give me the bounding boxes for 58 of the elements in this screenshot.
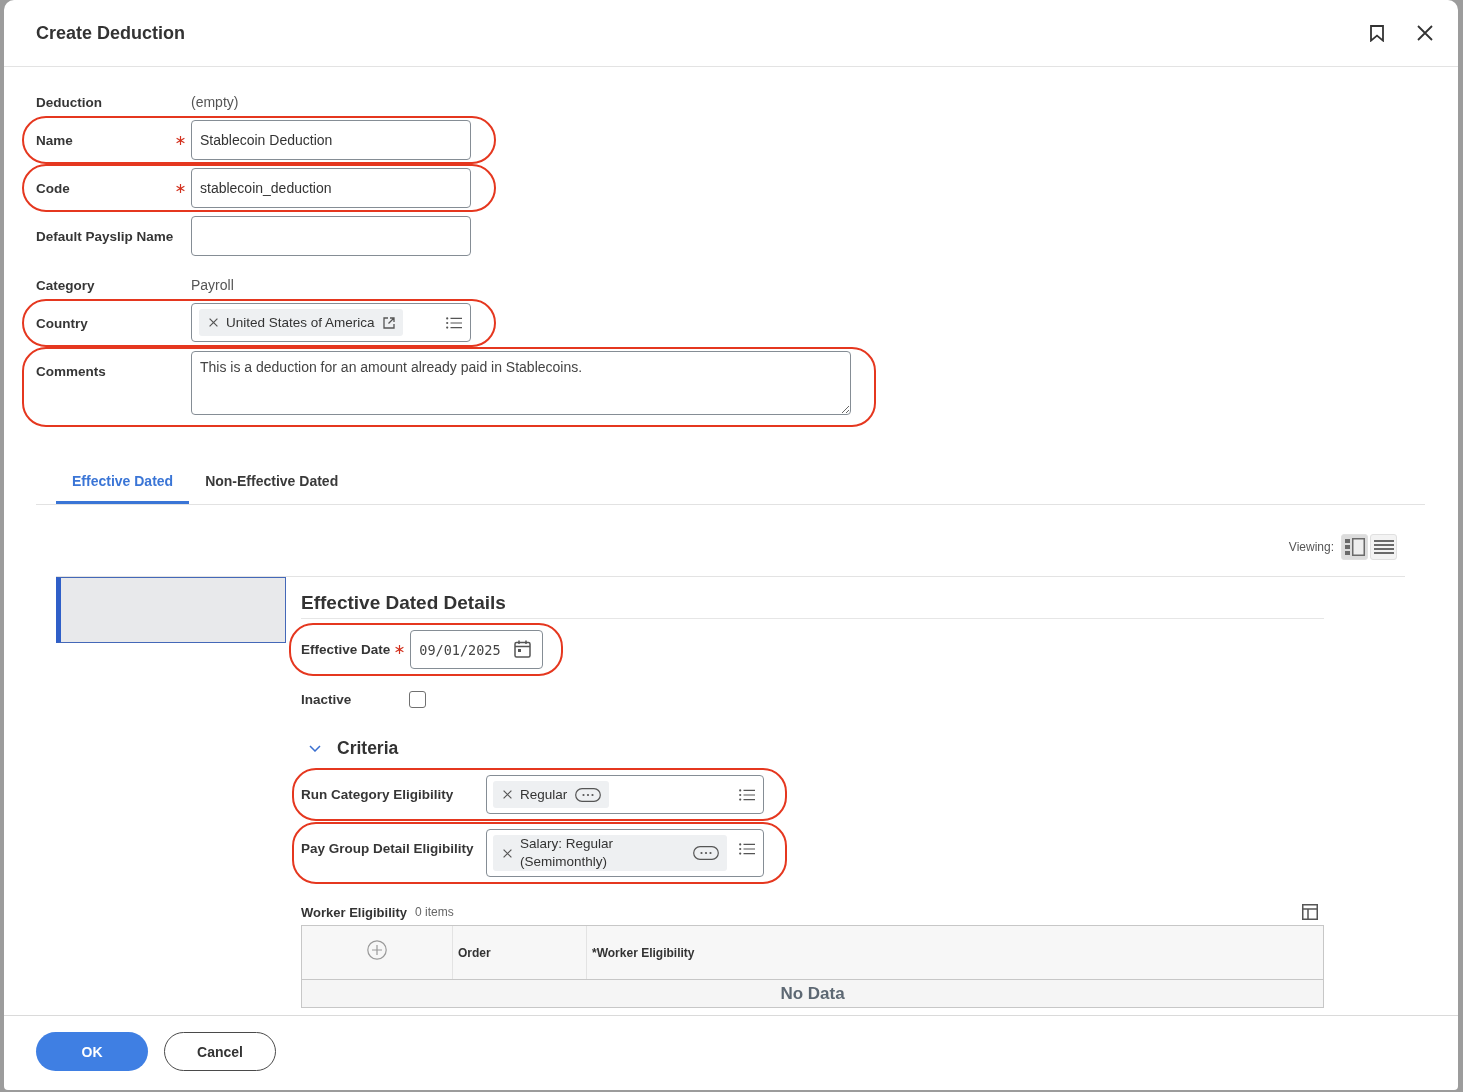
text-input[interactable]: stablecoin_deduction [191,168,471,208]
field-label: Effective Date [301,642,391,657]
external-link-icon[interactable] [382,316,395,329]
add-icon[interactable] [367,940,387,960]
remove-icon[interactable] [209,318,218,327]
chevron-down-icon[interactable] [309,744,321,752]
more-icon[interactable] [575,787,602,802]
list-view-button[interactable] [1370,534,1397,560]
field-label: Name [36,132,73,148]
field-label: Country [36,315,88,331]
column-header: *Worker Eligibility [592,945,695,960]
bookmark-icon[interactable] [1370,24,1384,42]
period-item[interactable] [56,577,286,643]
field-label: Inactive [301,692,352,707]
item-count: 0 items [414,905,454,919]
list-view-icon [1373,539,1394,555]
text-input[interactable] [191,216,471,256]
field-label: Category [36,277,95,293]
dialog-title: Create Deduction [36,22,186,44]
tag-label: Salary: Regular (Semimonthly) [520,835,615,871]
remove-icon[interactable] [503,790,512,799]
column-header: Order [458,945,491,960]
field-label: Default Payslip Name [36,228,174,244]
checkbox[interactable] [409,691,426,708]
multiselect-field[interactable]: Regular [486,775,764,814]
field-label: Comments [36,363,106,379]
close-icon[interactable] [1417,25,1433,41]
field-label: Code [36,180,70,196]
viewing-label: Viewing: [1288,540,1334,554]
field-value: Payroll [191,276,234,295]
primary-button[interactable]: OK [36,1032,148,1071]
grid-title: Worker Eligibility [301,904,407,920]
more-icon[interactable] [693,846,719,860]
multiselect-field[interactable]: United States of America [191,303,471,342]
section-heading: Criteria [337,737,399,759]
field-label: Run Category Eligibility [301,786,454,802]
empty-message: No Data [780,983,845,1004]
multiselect-field[interactable]: Salary: Regular (Semimonthly) [486,829,764,877]
text-area[interactable]: This is a deduction for an amount already paid in Stablecoins. [191,351,851,415]
list-icon[interactable] [739,843,755,855]
tag-label: United States of America [226,313,375,332]
field-label: Deduction [36,94,102,110]
split-view-icon [1344,538,1365,556]
split-view-button[interactable] [1341,534,1368,560]
remove-icon[interactable] [503,848,512,858]
field-label: Pay Group Detail Eligibility [301,840,474,856]
date-input[interactable]: 09/01/2025 [410,630,544,669]
text-input[interactable]: Stablecoin Deduction [191,120,471,160]
field-value: (empty) [191,93,239,112]
secondary-button[interactable]: Cancel [164,1032,276,1071]
tab[interactable]: Non-Effective Dated [189,461,355,504]
calendar-icon[interactable] [514,640,532,658]
table-layout-icon[interactable] [1302,904,1318,920]
tab[interactable]: Effective Dated [56,461,190,504]
section-title: Effective Dated Details [301,577,1324,619]
tag-label: Regular [520,785,568,804]
list-icon[interactable] [739,789,755,801]
list-icon[interactable] [446,317,462,329]
